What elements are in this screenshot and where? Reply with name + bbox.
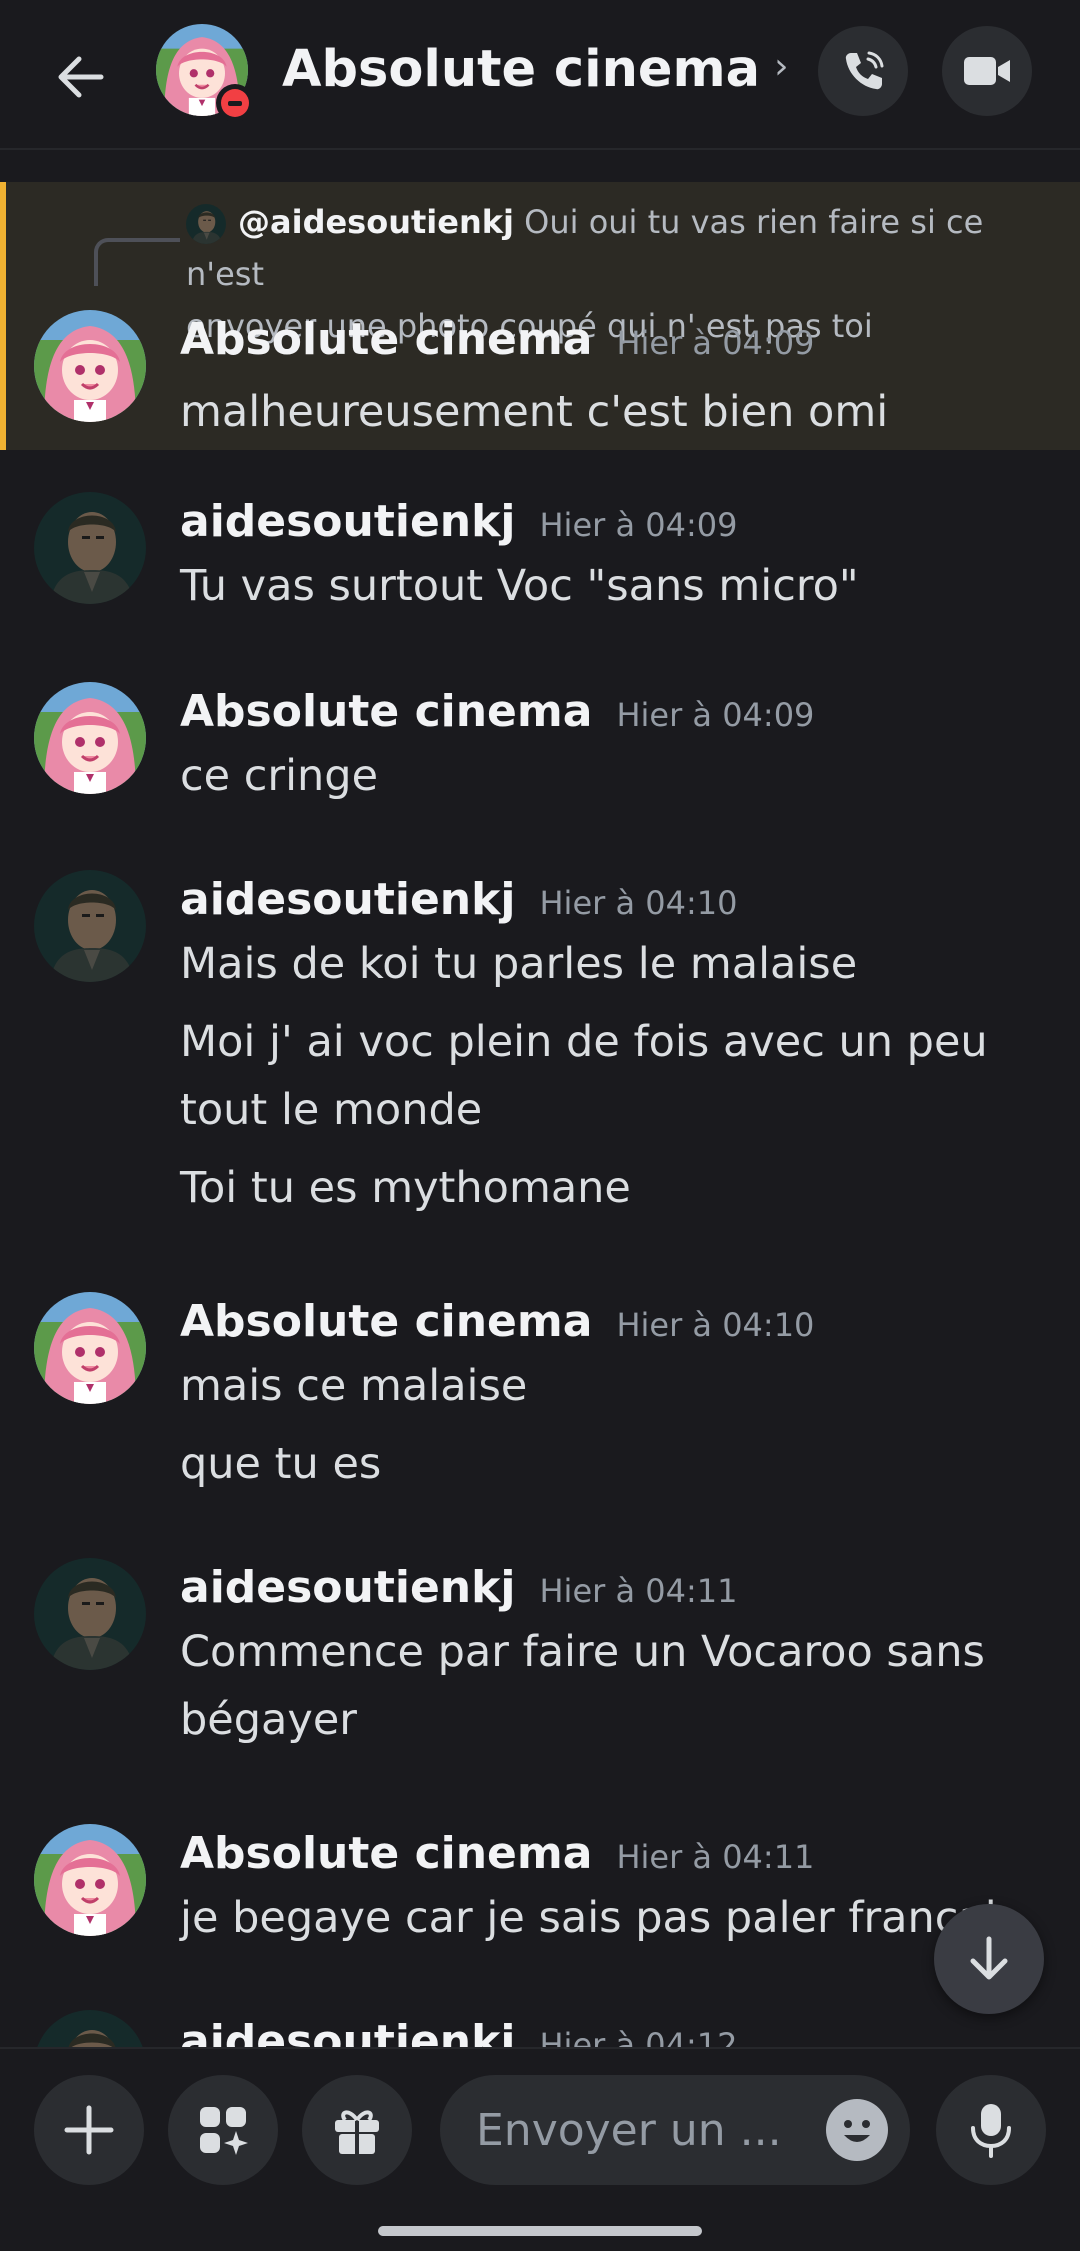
message-header: aidesoutienkj Hier à 04:11 [180,1562,737,1613]
message-timestamp: Hier à 04:12 [539,2026,738,2047]
message-content[interactable]: je begaye car je sais pas paler françai [180,1884,1020,1952]
reply-avatar [186,204,226,244]
message-timestamp: Hier à 04:10 [539,884,738,922]
message-content[interactable]: Commence par faire un Vocaroo sans bégay… [180,1618,1020,1754]
video-call-button[interactable] [942,26,1032,116]
message-group[interactable]: Absolute cinema Hier à 04:09 ce cringe [0,682,1080,852]
gift-icon [335,2110,379,2154]
message-author[interactable]: aidesoutienkj [180,1562,515,1613]
message-author[interactable]: Absolute cinema [180,1828,592,1879]
message-group-mention[interactable]: @aidesoutienkj Oui oui tu vas rien faire… [0,182,1080,450]
apps-button[interactable] [168,2075,278,2185]
message-author[interactable]: Absolute cinema [180,686,592,737]
message-header: aidesoutienkj Hier à 04:10 [180,874,737,925]
avatar[interactable] [34,870,146,982]
message-input[interactable]: Envoyer un ... [440,2075,910,2185]
message-list[interactable]: @aidesoutienkj Oui oui tu vas rien faire… [0,152,1080,2047]
phone-call-icon [845,51,884,90]
channel-title[interactable]: Absolute cinema › [282,40,788,99]
message-timestamp: Hier à 04:09 [616,324,815,362]
message-line: ce cringe [180,751,379,801]
avatar[interactable] [34,492,146,604]
message-author[interactable]: Absolute cinema [180,1296,592,1347]
message-timestamp: Hier à 04:09 [616,696,815,734]
emoji-button[interactable] [826,2099,888,2161]
message-content[interactable]: ce cringe [180,742,1020,810]
message-timestamp: Hier à 04:11 [539,1572,738,1610]
plus-icon [64,2105,114,2155]
message-composer: Envoyer un ... [0,2047,1080,2251]
jump-to-present-button[interactable] [934,1904,1044,2014]
arrow-down-icon [970,1936,1008,1980]
message-content[interactable]: malheureusement c'est bien omi [180,378,1020,446]
message-group[interactable]: Absolute cinema Hier à 04:11 je begaye c… [0,1824,1080,1994]
message-line: Mais de koi tu parles le malaise [180,939,858,989]
dm-screen: Absolute cinema › @aidesoutienkj Oui oui… [0,0,1080,2251]
avatar[interactable] [34,682,146,794]
header-avatar[interactable] [156,24,254,122]
message-author[interactable]: aidesoutienkj [180,496,515,547]
back-button[interactable] [46,42,116,112]
message-header: aidesoutienkj Hier à 04:12 [180,2016,737,2047]
attach-button[interactable] [34,2075,144,2185]
message-line: Toi tu es mythomane [180,1163,631,1213]
message-timestamp: Hier à 04:09 [539,506,738,544]
channel-header: Absolute cinema › [0,0,1080,150]
voice-call-button[interactable] [818,26,908,116]
message-group[interactable]: Absolute cinema Hier à 04:10 mais ce mal… [0,1292,1080,1532]
dnd-status-icon [216,84,254,122]
message-header: aidesoutienkj Hier à 04:09 [180,496,737,547]
reply-author: @aidesoutienkj [238,203,514,241]
message-line: je begaye car je sais pas paler françai [180,1893,997,1943]
message-timestamp: Hier à 04:10 [616,1306,815,1344]
message-header: Absolute cinema Hier à 04:10 [180,1296,814,1347]
microphone-icon [971,2104,1011,2158]
message-header: Absolute cinema Hier à 04:09 [180,686,814,737]
message-content[interactable]: Tu vas surtout Voc "sans micro" [180,552,1020,620]
reply-connector [94,238,180,286]
message-group[interactable]: aidesoutienkj Hier à 04:10 Mais de koi t… [0,870,1080,1270]
message-line: Commence par faire un Vocaroo sans [180,1627,985,1677]
message-line: malheureusement c'est bien omi [180,387,889,437]
gesture-nav-handle[interactable] [378,2226,702,2236]
channel-title-text: Absolute cinema [282,40,761,99]
avatar[interactable] [34,1824,146,1936]
message-group[interactable]: aidesoutienkj Hier à 04:11 Commence par … [0,1558,1080,1798]
message-header: Absolute cinema Hier à 04:11 [180,1828,814,1879]
avatar[interactable] [34,1558,146,1670]
emoji-icon [844,2120,870,2142]
message-timestamp: Hier à 04:11 [616,1838,815,1876]
message-line: Tu vas surtout Voc "sans micro" [180,561,859,611]
avatar[interactable] [34,310,146,422]
avatar[interactable] [34,2010,146,2047]
video-camera-icon [964,57,1010,85]
message-author[interactable]: aidesoutienkj [180,2016,515,2047]
message-header: Absolute cinema Hier à 04:09 [180,314,814,365]
message-author[interactable]: Absolute cinema [180,314,592,365]
message-content[interactable]: mais ce malaise que tu es [180,1352,1020,1498]
message-line: Moi j' ai voc plein de fois avec un peu [180,1017,988,1067]
message-author[interactable]: aidesoutienkj [180,874,515,925]
message-input-placeholder: Envoyer un ... [476,2104,782,2156]
arrow-left-icon [58,56,104,98]
message-group[interactable]: aidesoutienkj Hier à 04:12 [0,2010,1080,2047]
message-line: que tu es [180,1439,382,1489]
message-line: tout le monde [180,1085,483,1135]
voice-message-button[interactable] [936,2075,1046,2185]
message-content[interactable]: Mais de koi tu parles le malaise Moi j' … [180,930,1020,1222]
avatar[interactable] [34,1292,146,1404]
message-line: mais ce malaise [180,1361,528,1411]
gift-button[interactable] [302,2075,412,2185]
message-line: bégayer [180,1695,357,1745]
chevron-right-icon: › [774,46,789,87]
message-group[interactable]: aidesoutienkj Hier à 04:09 Tu vas surtou… [0,492,1080,662]
apps-icon [200,2107,248,2155]
